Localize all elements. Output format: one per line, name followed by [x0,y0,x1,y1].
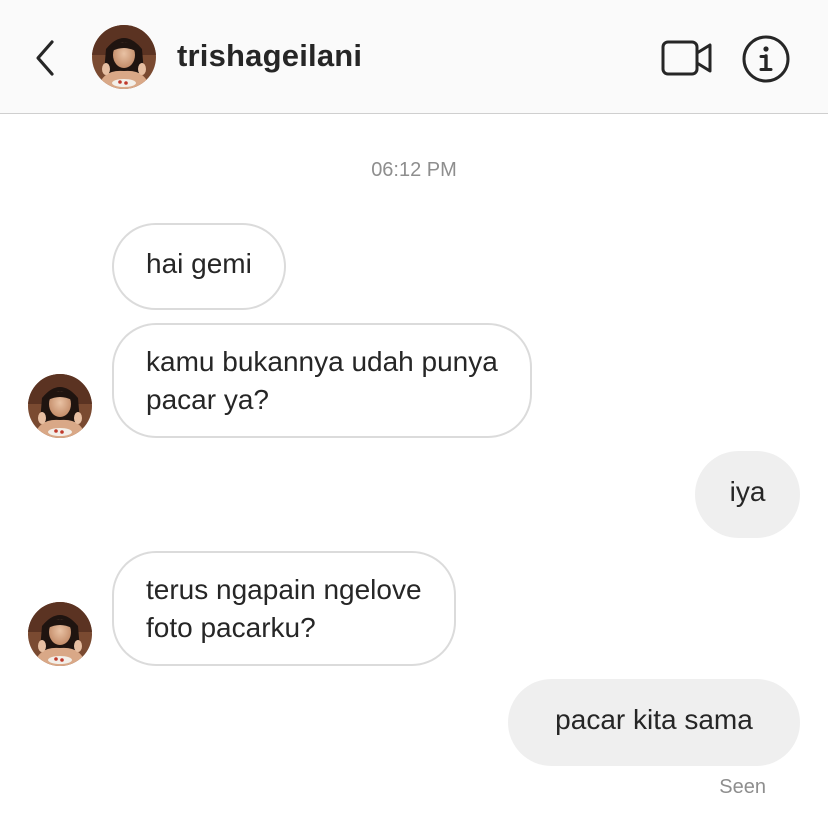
message-text: iya [729,476,766,507]
chat-username[interactable]: trishageilani [177,38,362,74]
message-text-line: terus ngapain ngelove [146,574,422,605]
message-text-line: kamu bukannya udah punya [146,346,498,377]
profile-avatar[interactable] [92,25,156,89]
seen-status: Seen [719,776,766,798]
sender-avatar[interactable] [28,602,92,666]
info-icon[interactable] [741,34,791,84]
message-bubble-outgoing[interactable]: iya [695,451,800,538]
video-call-icon[interactable] [660,37,714,79]
message-text-line: pacar ya? [146,384,269,415]
message-bubble-incoming[interactable]: terus ngapain ngelove foto pacarku? [112,551,456,666]
message-text-line: foto pacarku? [146,612,316,643]
message-bubble-incoming[interactable]: kamu bukannya udah punya pacar ya? [112,323,532,438]
sender-avatar[interactable] [28,374,92,438]
message-text: hai gemi [146,248,252,279]
message-bubble-outgoing[interactable]: pacar kita sama [508,679,800,766]
message-timestamp: 06:12 PM [371,159,457,181]
message-text: pacar kita sama [555,704,753,735]
chat-header: trishageilani [0,0,828,114]
message-bubble-incoming[interactable]: hai gemi [112,223,286,310]
back-arrow-icon[interactable] [28,36,64,80]
